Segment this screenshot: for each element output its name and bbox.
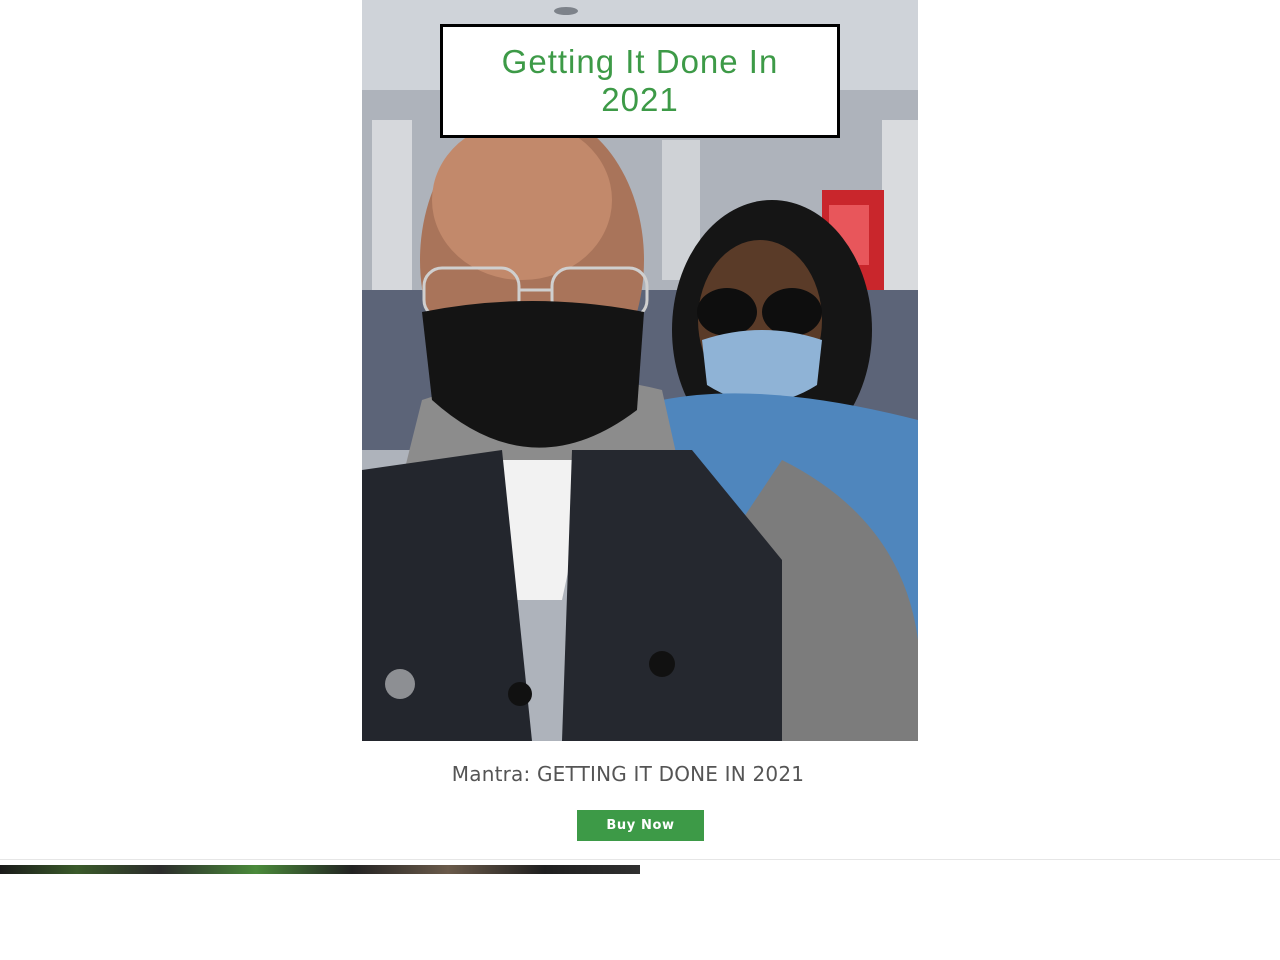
section-divider <box>0 859 1280 860</box>
page: Getting It Done In 2021 Mantra: GETTING … <box>0 0 1280 960</box>
buy-now-button[interactable]: Buy Now <box>577 810 704 841</box>
product-caption: Mantra: GETTING IT DONE IN 2021 <box>451 762 805 786</box>
next-item-preview <box>0 865 640 874</box>
hero-title: Getting It Done In 2021 <box>501 43 779 118</box>
hero-title-box: Getting It Done In 2021 <box>440 24 840 138</box>
